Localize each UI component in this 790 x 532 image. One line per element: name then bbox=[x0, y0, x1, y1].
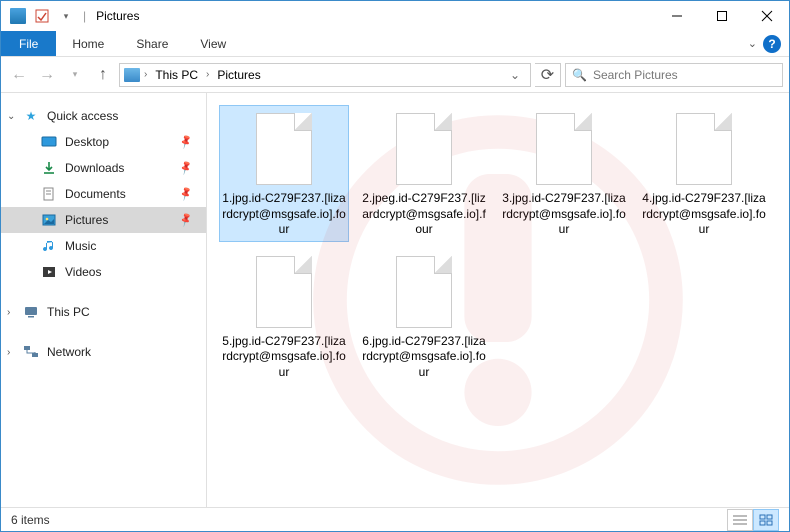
file-icon bbox=[530, 109, 598, 189]
documents-icon bbox=[41, 186, 57, 202]
file-item[interactable]: 5.jpg.id-C279F237.[lizardcrypt@msgsafe.i… bbox=[219, 248, 349, 385]
file-item[interactable]: 1.jpg.id-C279F237.[lizardcrypt@msgsafe.i… bbox=[219, 105, 349, 242]
chevron-down-icon[interactable]: ⌄ bbox=[7, 111, 15, 122]
title-bar: ▾ | Pictures bbox=[1, 1, 789, 31]
ribbon-expand-icon[interactable]: ⌄ bbox=[748, 37, 757, 50]
location-icon bbox=[124, 68, 140, 82]
chevron-right-icon[interactable]: › bbox=[7, 347, 10, 358]
sidebar-item-documents[interactable]: Documents 📌 bbox=[1, 181, 206, 207]
pin-icon: 📌 bbox=[178, 160, 194, 176]
pin-icon: 📌 bbox=[178, 186, 194, 202]
file-item[interactable]: 3.jpg.id-C279F237.[lizardcrypt@msgsafe.i… bbox=[499, 105, 629, 242]
breadcrumb-current[interactable]: Pictures bbox=[213, 68, 264, 82]
network-icon bbox=[23, 344, 39, 360]
file-name: 1.jpg.id-C279F237.[lizardcrypt@msgsafe.i… bbox=[221, 191, 347, 238]
file-icon bbox=[670, 109, 738, 189]
file-view[interactable]: 1.jpg.id-C279F237.[lizardcrypt@msgsafe.i… bbox=[207, 93, 789, 507]
file-icon bbox=[390, 109, 458, 189]
chevron-right-icon[interactable]: › bbox=[7, 307, 10, 318]
file-item[interactable]: 2.jpeg.id-C279F237.[lizardcrypt@msgsafe.… bbox=[359, 105, 489, 242]
pc-icon bbox=[23, 304, 39, 320]
details-view-button[interactable] bbox=[727, 509, 753, 531]
desktop-icon bbox=[41, 134, 57, 150]
pin-icon: 📌 bbox=[178, 212, 194, 228]
app-icon[interactable] bbox=[7, 5, 29, 27]
chevron-right-icon[interactable]: › bbox=[206, 69, 209, 80]
address-dropdown[interactable]: ⌄ bbox=[504, 68, 526, 82]
file-icon bbox=[250, 252, 318, 332]
sidebar-label: This PC bbox=[47, 305, 90, 319]
downloads-icon bbox=[41, 160, 57, 176]
file-name: 3.jpg.id-C279F237.[lizardcrypt@msgsafe.i… bbox=[501, 191, 627, 238]
help-button[interactable]: ? bbox=[763, 35, 781, 53]
window-title: Pictures bbox=[92, 9, 139, 23]
pictures-icon bbox=[41, 212, 57, 228]
sidebar-label: Network bbox=[47, 345, 91, 359]
sidebar-network[interactable]: › Network bbox=[1, 339, 206, 365]
nav-pane: ⌄ ★ Quick access Desktop📌Downloads📌Docum… bbox=[1, 93, 207, 507]
address-bar-row: ← → ▾ ↑ › This PC › Pictures ⌄ ⟳ 🔍 Searc… bbox=[1, 57, 789, 93]
sidebar-item-label: Pictures bbox=[65, 213, 108, 227]
status-bar: 6 items bbox=[1, 507, 789, 531]
file-name: 5.jpg.id-C279F237.[lizardcrypt@msgsafe.i… bbox=[221, 334, 347, 381]
qat-properties[interactable] bbox=[31, 5, 53, 27]
sidebar-item-label: Documents bbox=[65, 187, 126, 201]
back-button[interactable]: ← bbox=[7, 63, 31, 87]
search-placeholder: Search Pictures bbox=[593, 68, 678, 82]
videos-icon bbox=[41, 264, 57, 280]
maximize-button[interactable] bbox=[699, 2, 744, 30]
forward-button[interactable]: → bbox=[35, 63, 59, 87]
file-name: 6.jpg.id-C279F237.[lizardcrypt@msgsafe.i… bbox=[361, 334, 487, 381]
view-tab[interactable]: View bbox=[184, 31, 242, 56]
chevron-right-icon[interactable]: › bbox=[144, 69, 147, 80]
title-separator: | bbox=[79, 9, 90, 23]
close-button[interactable] bbox=[744, 2, 789, 30]
sidebar-label: Quick access bbox=[47, 109, 118, 123]
file-name: 4.jpg.id-C279F237.[lizardcrypt@msgsafe.i… bbox=[641, 191, 767, 238]
sidebar-item-videos[interactable]: Videos bbox=[1, 259, 206, 285]
sidebar-item-desktop[interactable]: Desktop 📌 bbox=[1, 129, 206, 155]
file-item[interactable]: 6.jpg.id-C279F237.[lizardcrypt@msgsafe.i… bbox=[359, 248, 489, 385]
qat-dropdown[interactable]: ▾ bbox=[55, 5, 77, 27]
share-tab[interactable]: Share bbox=[120, 31, 184, 56]
ribbon-tabs: File Home Share View ⌄ ? bbox=[1, 31, 789, 57]
breadcrumb[interactable]: › This PC › Pictures ⌄ bbox=[119, 63, 531, 87]
sidebar-quick-access[interactable]: ⌄ ★ Quick access bbox=[1, 103, 206, 129]
file-item[interactable]: 4.jpg.id-C279F237.[lizardcrypt@msgsafe.i… bbox=[639, 105, 769, 242]
breadcrumb-root[interactable]: This PC bbox=[151, 68, 202, 82]
item-count: 6 items bbox=[11, 513, 50, 527]
sidebar-this-pc[interactable]: › This PC bbox=[1, 299, 206, 325]
sidebar-item-downloads[interactable]: Downloads 📌 bbox=[1, 155, 206, 181]
sidebar-item-pictures[interactable]: Pictures 📌 bbox=[1, 207, 206, 233]
sidebar-item-label: Desktop bbox=[65, 135, 109, 149]
star-icon: ★ bbox=[23, 108, 39, 124]
file-icon bbox=[390, 252, 458, 332]
sidebar-item-music[interactable]: Music bbox=[1, 233, 206, 259]
file-icon bbox=[250, 109, 318, 189]
refresh-button[interactable]: ⟳ bbox=[535, 63, 561, 87]
pin-icon: 📌 bbox=[178, 134, 194, 150]
music-icon bbox=[41, 238, 57, 254]
sidebar-item-label: Music bbox=[65, 239, 96, 253]
file-name: 2.jpeg.id-C279F237.[lizardcrypt@msgsafe.… bbox=[361, 191, 487, 238]
file-tab[interactable]: File bbox=[1, 31, 56, 56]
recent-dropdown[interactable]: ▾ bbox=[63, 63, 87, 87]
minimize-button[interactable] bbox=[654, 2, 699, 30]
search-input[interactable]: 🔍 Search Pictures bbox=[565, 63, 783, 87]
home-tab[interactable]: Home bbox=[56, 31, 120, 56]
sidebar-item-label: Downloads bbox=[65, 161, 124, 175]
thumbnails-view-button[interactable] bbox=[753, 509, 779, 531]
search-icon: 🔍 bbox=[572, 68, 587, 82]
sidebar-item-label: Videos bbox=[65, 265, 101, 279]
up-button[interactable]: ↑ bbox=[91, 63, 115, 87]
